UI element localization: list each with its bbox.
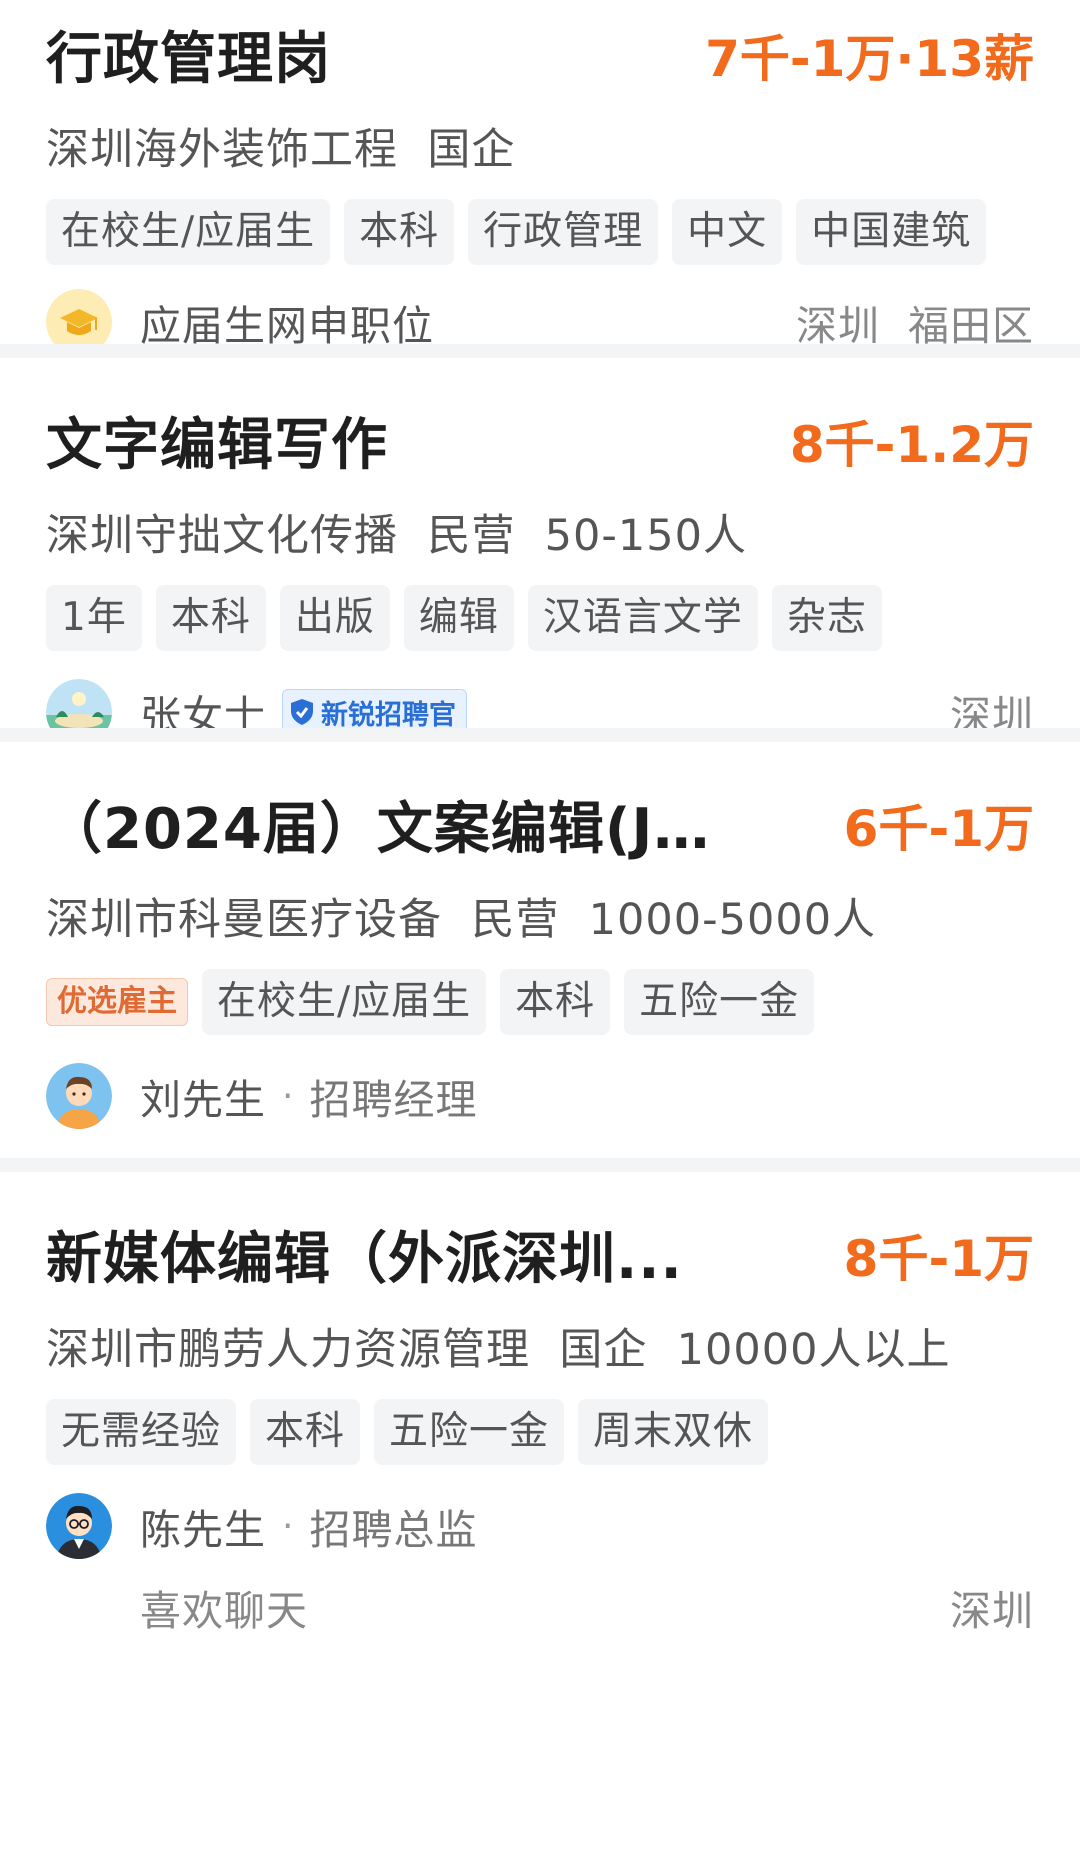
tag: 汉语言文学 — [527, 585, 758, 651]
job-card[interactable]: （2024届）文案编辑(J1... 6千-1万 深圳市科曼医疗设备 民营 100… — [0, 742, 1080, 1158]
tag: 五险一金 — [624, 969, 815, 1035]
job-header: 行政管理岗 7千-1万·13薪 — [46, 14, 1034, 95]
tag: 中文 — [672, 199, 783, 265]
job-salary: 7千-1万·13薪 — [705, 29, 1034, 88]
tag-list: 无需经验 本科 五险一金 周末双休 — [46, 1399, 1034, 1465]
recruiter-name: 应届生网申职位 — [140, 302, 434, 344]
job-header: 新媒体编辑（外派深圳... 8千-1万 — [46, 1214, 1034, 1295]
male-glasses-avatar — [46, 1493, 112, 1559]
company-info: 深圳海外装饰工程 国企 — [46, 125, 516, 175]
job-salary: 8千-1.2万 — [789, 415, 1034, 474]
tag: 周末双休 — [578, 1399, 769, 1465]
recruiter-badge: 新锐招聘官 — [282, 689, 467, 728]
recruiter: 张女士 新锐招聘官 — [46, 679, 467, 728]
company-info: 深圳市科曼医疗设备 民营 1000-5000人 — [46, 895, 877, 945]
separator: · — [282, 1075, 294, 1117]
recruiter-row: 张女士 新锐招聘官 深圳 — [46, 679, 1034, 728]
tag: 行政管理 — [468, 199, 659, 265]
job-card[interactable]: 文字编辑写作 8千-1.2万 深圳守拙文化传播 民营 50-150人 1年 本科… — [0, 358, 1080, 728]
tag: 1年 — [46, 585, 142, 651]
recruiter-name: 张女士 — [140, 692, 266, 728]
location-district: 福田区 — [908, 302, 1034, 344]
recruiter-row: 陈先生 · 招聘总监 — [46, 1493, 1034, 1559]
recruiter-note: 1天内处理简历 — [140, 1147, 419, 1158]
job-salary: 6千-1万 — [843, 799, 1034, 858]
job-location: 深圳 — [950, 1147, 1034, 1158]
job-list: 行政管理岗 7千-1万·13薪 深圳海外装饰工程 国企 在校生/应届生 本科 行… — [0, 0, 1080, 1853]
tag: 本科 — [500, 969, 611, 1035]
tag: 五险一金 — [374, 1399, 565, 1465]
tag-list: 在校生/应届生 本科 行政管理 中文 中国建筑 — [46, 199, 1034, 265]
recruiter: 刘先生 · 招聘经理 — [46, 1063, 477, 1129]
badge-label: 新锐招聘官 — [321, 699, 456, 729]
job-location: 深圳 福田区 — [796, 292, 1034, 344]
job-salary: 8千-1万 — [843, 1229, 1034, 1288]
tag: 无需经验 — [46, 1399, 237, 1465]
shield-icon — [291, 699, 313, 725]
recruiter-role: 招聘经理 — [309, 1076, 478, 1124]
tag: 杂志 — [771, 585, 882, 651]
tag: 在校生/应届生 — [46, 199, 331, 265]
tag: 中国建筑 — [796, 199, 987, 265]
tag: 本科 — [250, 1399, 361, 1465]
job-header: （2024届）文案编辑(J1... 6千-1万 — [46, 784, 1034, 865]
beach-landscape-avatar — [46, 679, 112, 728]
tag: 在校生/应届生 — [202, 969, 487, 1035]
job-card[interactable]: 行政管理岗 7千-1万·13薪 深圳海外装饰工程 国企 在校生/应届生 本科 行… — [0, 0, 1080, 344]
graduation-cap-icon — [46, 289, 112, 344]
recruiter-role: 招聘总监 — [309, 1506, 478, 1554]
tag: 本科 — [344, 199, 455, 265]
recruiter-note-row: 1天内处理简历 深圳 — [46, 1147, 1034, 1158]
company-info: 深圳市鹏劳人力资源管理 国企 10000人以上 — [46, 1325, 951, 1375]
job-header: 文字编辑写作 8千-1.2万 — [46, 400, 1034, 481]
job-title: 新媒体编辑（外派深圳... — [46, 1227, 683, 1292]
male-cartoon-avatar — [46, 1063, 112, 1129]
recruiter-row: 刘先生 · 招聘经理 — [46, 1063, 1034, 1129]
tag-list: 优选雇主 在校生/应届生 本科 五险一金 — [46, 969, 1034, 1035]
tag: 出版 — [279, 585, 390, 651]
tag: 本科 — [155, 585, 266, 651]
recruiter-row: 应届生网申职位 深圳 福田区 — [46, 289, 1034, 344]
job-title: 行政管理岗 — [46, 27, 331, 92]
job-location: 深圳 — [950, 1587, 1034, 1635]
tag-list: 1年 本科 出版 编辑 汉语言文学 杂志 — [46, 585, 1034, 651]
tag: 编辑 — [403, 585, 514, 651]
location-city: 深圳 — [796, 302, 880, 344]
job-title: （2024届）文案编辑(J1... — [46, 797, 746, 862]
recruiter-note-row: 喜欢聊天 深圳 — [46, 1577, 1034, 1637]
separator: · — [282, 1505, 294, 1547]
company-info: 深圳守拙文化传播 民营 50-150人 — [46, 511, 747, 561]
featured-employer-badge: 优选雇主 — [46, 978, 188, 1026]
recruiter-name: 刘先生 — [140, 1076, 266, 1124]
job-card[interactable]: 新媒体编辑（外派深圳... 8千-1万 深圳市鹏劳人力资源管理 国企 10000… — [0, 1172, 1080, 1853]
recruiter-note: 喜欢聊天 — [140, 1587, 308, 1635]
recruiter-name: 陈先生 — [140, 1506, 266, 1554]
job-location: 深圳 — [950, 682, 1034, 728]
recruiter: 陈先生 · 招聘总监 — [46, 1493, 477, 1559]
job-title: 文字编辑写作 — [46, 413, 388, 478]
location-city: 深圳 — [950, 692, 1034, 728]
recruiter: 应届生网申职位 — [46, 289, 434, 344]
